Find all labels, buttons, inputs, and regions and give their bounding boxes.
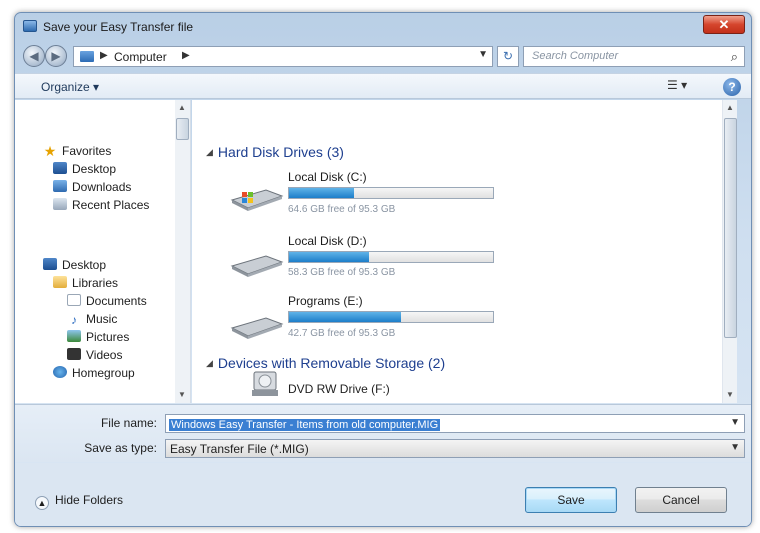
change-view-button[interactable]: ☰ ▾ bbox=[667, 78, 695, 96]
save-type-value: Easy Transfer File (*.MIG) bbox=[170, 442, 309, 456]
file-name-input[interactable]: Windows Easy Transfer - Items from old c… bbox=[165, 414, 745, 433]
dialog-footer: ▲ Hide Folders Save Cancel bbox=[15, 463, 751, 526]
forward-button[interactable]: ▶ bbox=[45, 45, 67, 67]
navigation-pane: ★ Favorites Desktop Downloads Recent Plac… bbox=[15, 100, 191, 403]
save-button[interactable]: Save bbox=[525, 487, 617, 513]
address-dropdown-icon[interactable]: ▼ bbox=[478, 49, 488, 60]
drive-usage-bar bbox=[288, 311, 494, 323]
close-button[interactable]: ✕ bbox=[703, 15, 745, 34]
nav-item-music[interactable]: ♪ Music bbox=[67, 312, 117, 329]
drive-usage-fill bbox=[289, 312, 402, 322]
dvd-drive-icon bbox=[252, 371, 278, 396]
collapse-icon[interactable]: ◢ bbox=[206, 358, 213, 368]
chevron-up-icon: ▲ bbox=[35, 496, 49, 510]
drive-free-space: 58.3 GB free of 95.3 GB bbox=[288, 267, 396, 278]
address-row: ◀ ▶ ▶ Computer ▶ ▼ ↻ Search Computer ⌕ bbox=[15, 41, 751, 71]
star-icon: ★ bbox=[43, 143, 57, 159]
nav-item-desktop-root[interactable]: Desktop bbox=[43, 258, 106, 275]
back-button[interactable]: ◀ bbox=[23, 45, 45, 67]
hard-drive-icon bbox=[230, 317, 284, 339]
windows-drive-icon bbox=[230, 189, 284, 211]
computer-icon bbox=[80, 51, 94, 62]
breadcrumb-computer[interactable]: Computer bbox=[114, 50, 167, 64]
nav-item-favorites[interactable]: ★ Favorites bbox=[43, 143, 112, 161]
search-placeholder: Search Computer bbox=[532, 50, 619, 62]
file-name-dropdown-icon[interactable]: ▼ bbox=[730, 417, 740, 428]
save-type-select[interactable]: Easy Transfer File (*.MIG) ▼ bbox=[165, 439, 745, 458]
search-input[interactable]: Search Computer ⌕ bbox=[523, 46, 745, 67]
save-type-label: Save as type: bbox=[84, 441, 157, 455]
nav-item-recent-places[interactable]: Recent Places bbox=[53, 198, 149, 215]
desktop-icon bbox=[53, 162, 67, 174]
file-name-value[interactable]: Windows Easy Transfer - Items from old c… bbox=[169, 419, 441, 431]
group-header-hard-disk[interactable]: ◢ Hard Disk Drives (3) bbox=[206, 144, 344, 160]
command-toolbar: Organize ▾ ☰ ▾ ? bbox=[15, 73, 751, 99]
recent-places-icon bbox=[53, 198, 67, 210]
nav-item-libraries[interactable]: Libraries bbox=[53, 276, 118, 293]
nav-item-homegroup[interactable]: Homegroup bbox=[53, 366, 135, 383]
breadcrumb-separator[interactable]: ▶ bbox=[182, 50, 190, 61]
nav-item-downloads[interactable]: Downloads bbox=[53, 180, 131, 197]
documents-icon bbox=[67, 294, 81, 306]
file-list-scrollbar[interactable]: ▲ ▼ bbox=[722, 100, 737, 403]
title-bar: Save your Easy Transfer file ✕ bbox=[15, 13, 751, 41]
libraries-icon bbox=[53, 276, 67, 288]
drive-usage-fill bbox=[289, 252, 369, 262]
address-bar[interactable]: ▶ Computer ▶ ▼ bbox=[73, 46, 493, 67]
dvd-drive-name[interactable]: DVD RW Drive (F:) bbox=[288, 382, 390, 396]
drive-free-space: 64.6 GB free of 95.3 GB bbox=[288, 204, 396, 215]
file-name-label: File name: bbox=[100, 416, 157, 430]
desktop-icon bbox=[43, 258, 57, 270]
collapse-icon[interactable]: ◢ bbox=[206, 147, 213, 157]
downloads-icon bbox=[53, 180, 67, 192]
hard-drive-icon bbox=[230, 255, 284, 277]
search-icon[interactable]: ⌕ bbox=[731, 49, 738, 65]
file-list: ◢ Hard Disk Drives (3) Local Disk (C:) 64… bbox=[192, 100, 737, 403]
drive-name[interactable]: Programs (E:) bbox=[288, 294, 363, 308]
window-title: Save your Easy Transfer file bbox=[43, 20, 194, 34]
drive-usage-bar bbox=[288, 187, 494, 199]
help-icon[interactable]: ? bbox=[723, 78, 741, 96]
homegroup-icon bbox=[53, 366, 67, 378]
drive-name[interactable]: Local Disk (D:) bbox=[288, 234, 367, 248]
drive-name[interactable]: Local Disk (C:) bbox=[288, 170, 367, 184]
drive-usage-bar bbox=[288, 251, 494, 263]
nav-item-pictures[interactable]: Pictures bbox=[67, 330, 129, 347]
save-dialog: Save your Easy Transfer file ✕ ◀ ▶ ▶ Com… bbox=[14, 12, 752, 527]
pictures-icon bbox=[67, 330, 81, 342]
scroll-down-icon[interactable]: ▼ bbox=[178, 390, 186, 399]
nav-item-videos[interactable]: Videos bbox=[67, 348, 122, 365]
drive-free-space: 42.7 GB free of 95.3 GB bbox=[288, 328, 396, 339]
refresh-button[interactable]: ↻ bbox=[497, 46, 519, 67]
scroll-up-icon[interactable]: ▲ bbox=[726, 103, 734, 112]
drive-usage-fill bbox=[289, 188, 355, 198]
save-type-dropdown-icon[interactable]: ▼ bbox=[730, 442, 740, 453]
navigation-scrollbar[interactable]: ▲ ▼ bbox=[175, 100, 190, 403]
cancel-button[interactable]: Cancel bbox=[635, 487, 727, 513]
easy-transfer-app-icon bbox=[23, 20, 37, 32]
scroll-up-icon[interactable]: ▲ bbox=[178, 103, 186, 112]
scroll-down-icon[interactable]: ▼ bbox=[726, 390, 734, 399]
music-icon: ♪ bbox=[71, 313, 77, 327]
group-header-removable[interactable]: ◢ Devices with Removable Storage (2) bbox=[206, 355, 445, 371]
file-list-scroll-thumb[interactable] bbox=[724, 118, 737, 338]
organize-button[interactable]: Organize ▾ bbox=[41, 80, 99, 94]
breadcrumb-separator[interactable]: ▶ bbox=[100, 50, 108, 61]
videos-icon bbox=[67, 348, 81, 360]
nav-item-desktop[interactable]: Desktop bbox=[53, 162, 116, 179]
navigation-scroll-thumb[interactable] bbox=[176, 118, 189, 140]
save-fields: File name: Windows Easy Transfer - Items… bbox=[15, 404, 751, 462]
hide-folders-button[interactable]: ▲ Hide Folders bbox=[35, 493, 123, 510]
nav-item-documents[interactable]: Documents bbox=[67, 294, 147, 311]
